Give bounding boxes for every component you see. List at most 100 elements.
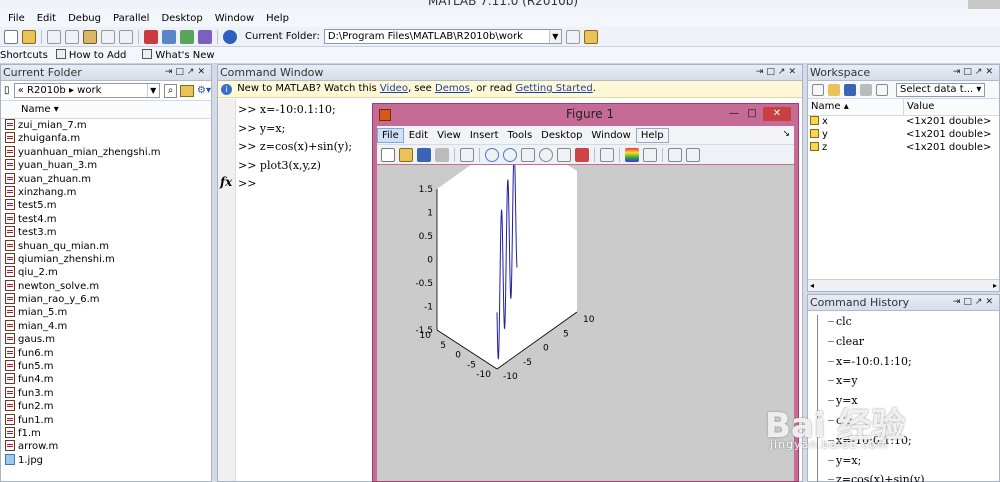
cut-icon[interactable] xyxy=(47,29,61,44)
panel-controls[interactable]: ⇥□↗✕ xyxy=(756,65,799,80)
list-item[interactable]: fun2.m xyxy=(1,400,211,413)
value-column-header[interactable]: Value xyxy=(904,99,934,115)
open-file-icon[interactable] xyxy=(399,147,413,162)
history-item[interactable]: clc xyxy=(828,315,999,335)
list-item[interactable]: xinzhang.m xyxy=(1,185,211,199)
search-icon[interactable]: ⌕ xyxy=(163,83,178,98)
list-item[interactable]: shuan_qu_mian.m xyxy=(1,239,211,253)
video-link[interactable]: Video xyxy=(380,83,408,94)
how-to-add-link[interactable]: How to Add xyxy=(55,49,135,61)
copy-icon[interactable] xyxy=(65,29,79,44)
window-close-button[interactable] xyxy=(968,0,1000,9)
list-item[interactable]: test3.m xyxy=(1,226,211,239)
name-column-header[interactable]: Name xyxy=(21,104,51,115)
panel-controls[interactable]: ⇥□↗✕ xyxy=(953,65,996,80)
demos-link[interactable]: Demos xyxy=(435,83,470,94)
table-row[interactable]: y <1x201 double> xyxy=(808,129,999,142)
hide-plot-tools-icon[interactable] xyxy=(668,147,682,162)
parent-folder-icon[interactable] xyxy=(583,29,598,44)
name-column-header[interactable]: Name ▴ xyxy=(808,99,904,115)
profiler-icon[interactable] xyxy=(180,29,194,44)
list-item[interactable]: fun6.m xyxy=(1,346,211,360)
horizontal-scrollbar[interactable]: ◂ ▸ xyxy=(808,279,999,291)
open-variable-icon[interactable] xyxy=(828,83,840,96)
list-item[interactable]: fun3.m xyxy=(1,386,211,400)
list-item[interactable]: mian_rao_y_6.m xyxy=(1,293,211,306)
delete-icon[interactable] xyxy=(876,83,888,96)
list-item[interactable]: arrow.m xyxy=(1,440,211,453)
file-list-header[interactable]: Name ▾ xyxy=(1,101,211,119)
list-item[interactable]: fun4.m xyxy=(1,373,211,386)
list-item[interactable]: xuan_zhuan.m xyxy=(1,172,211,186)
maximize-icon[interactable]: □ xyxy=(743,107,761,121)
figure-menu-tools[interactable]: Tools xyxy=(504,129,537,142)
list-item[interactable]: test5.m xyxy=(1,199,211,212)
list-item[interactable]: qiu_2.m xyxy=(1,266,211,279)
menu-help[interactable]: Help xyxy=(260,13,295,24)
history-item[interactable]: z=cos(x)+sin(y) xyxy=(828,473,999,482)
history-item[interactable]: clear xyxy=(828,335,999,355)
figure-menu-desktop[interactable]: Desktop xyxy=(537,129,586,142)
gear-icon[interactable]: ⚙▾ xyxy=(197,85,211,96)
up-folder-icon[interactable] xyxy=(180,84,195,97)
list-item[interactable]: test4.m xyxy=(1,212,211,226)
list-item[interactable]: zhuiganfa.m xyxy=(1,132,211,145)
menu-file[interactable]: File xyxy=(2,13,31,24)
figure-canvas[interactable]: 1.5 1 0.5 0 -0.5 -1 -1.5 10 5 0 -5 -10 -10 -5 0 5 10 xyxy=(377,132,794,481)
whats-new-link[interactable]: What's New xyxy=(142,49,222,61)
list-item[interactable]: fun1.m xyxy=(1,413,211,427)
table-row[interactable]: z <1x201 double> xyxy=(808,142,999,155)
data-cursor-icon[interactable] xyxy=(557,147,571,162)
scroll-right-icon[interactable]: ▸ xyxy=(993,280,997,291)
minimize-icon[interactable]: — xyxy=(725,107,743,121)
command-prompt[interactable]: >> xyxy=(238,177,352,196)
new-variable-icon[interactable] xyxy=(812,83,824,96)
figure-menu-view[interactable]: View xyxy=(433,129,465,142)
shortcuts-label[interactable]: Shortcuts xyxy=(0,50,48,61)
list-item[interactable]: yuanhuan_mian_zhengshi.m xyxy=(1,145,211,159)
list-item[interactable]: yuan_huan_3.m xyxy=(1,159,211,172)
new-figure-icon[interactable] xyxy=(381,147,395,162)
save-icon[interactable] xyxy=(417,147,431,162)
menu-debug[interactable]: Debug xyxy=(62,13,107,24)
figure-menu-file[interactable]: File xyxy=(377,127,404,143)
folder-path-field[interactable]: « R2010b ▸ work ▼ xyxy=(13,83,160,98)
legend-icon[interactable] xyxy=(643,147,657,162)
colorbar-icon[interactable] xyxy=(625,147,639,162)
pan-icon[interactable] xyxy=(521,147,535,162)
menu-parallel[interactable]: Parallel xyxy=(107,13,155,24)
print-icon[interactable] xyxy=(435,147,449,162)
list-item[interactable]: qiumian_zhenshi.m xyxy=(1,252,211,266)
list-item[interactable]: mian_4.m xyxy=(1,319,211,333)
redo-icon[interactable] xyxy=(119,29,133,44)
close-icon[interactable]: ✕ xyxy=(763,107,791,121)
list-item[interactable]: 1.jpg xyxy=(1,453,211,467)
list-item[interactable]: mian_5.m xyxy=(1,306,211,319)
list-item[interactable]: zui_mian_7.m xyxy=(1,119,211,132)
paste-icon[interactable] xyxy=(83,29,97,44)
path-back-icon[interactable]: ▯ xyxy=(4,85,14,96)
function-browser-icon[interactable]: fx xyxy=(220,175,232,189)
zoom-in-icon[interactable] xyxy=(485,147,499,162)
dock-arrow-icon[interactable]: ↘ xyxy=(782,129,790,139)
brush-icon[interactable] xyxy=(575,147,589,162)
show-plot-tools-icon[interactable] xyxy=(686,147,700,162)
panel-controls[interactable]: ⇥□↗✕ xyxy=(953,295,996,310)
panel-controls[interactable]: ⇥□↗✕ xyxy=(165,65,208,80)
new-file-icon[interactable] xyxy=(4,29,18,44)
figure-menu-help[interactable]: Help xyxy=(635,127,669,143)
path-segment[interactable]: R2010b xyxy=(27,85,66,96)
figure-menu-insert[interactable]: Insert xyxy=(466,129,503,142)
rotate-3d-icon[interactable] xyxy=(539,147,553,162)
pointer-icon[interactable] xyxy=(460,147,474,162)
simulink-icon[interactable] xyxy=(144,29,158,44)
chevron-down-icon[interactable]: ▼ xyxy=(146,84,159,97)
current-folder-field[interactable]: D:\Program Files\MATLAB\R2010b\work ▼ xyxy=(323,29,562,44)
scroll-left-icon[interactable]: ◂ xyxy=(810,280,814,291)
zoom-out-icon[interactable] xyxy=(503,147,517,162)
list-item[interactable]: fun5.m xyxy=(1,360,211,373)
history-item[interactable]: y=x; xyxy=(828,454,999,474)
table-row[interactable]: x <1x201 double> xyxy=(808,116,999,129)
menu-edit[interactable]: Edit xyxy=(31,13,62,24)
open-folder-icon[interactable] xyxy=(22,29,36,44)
